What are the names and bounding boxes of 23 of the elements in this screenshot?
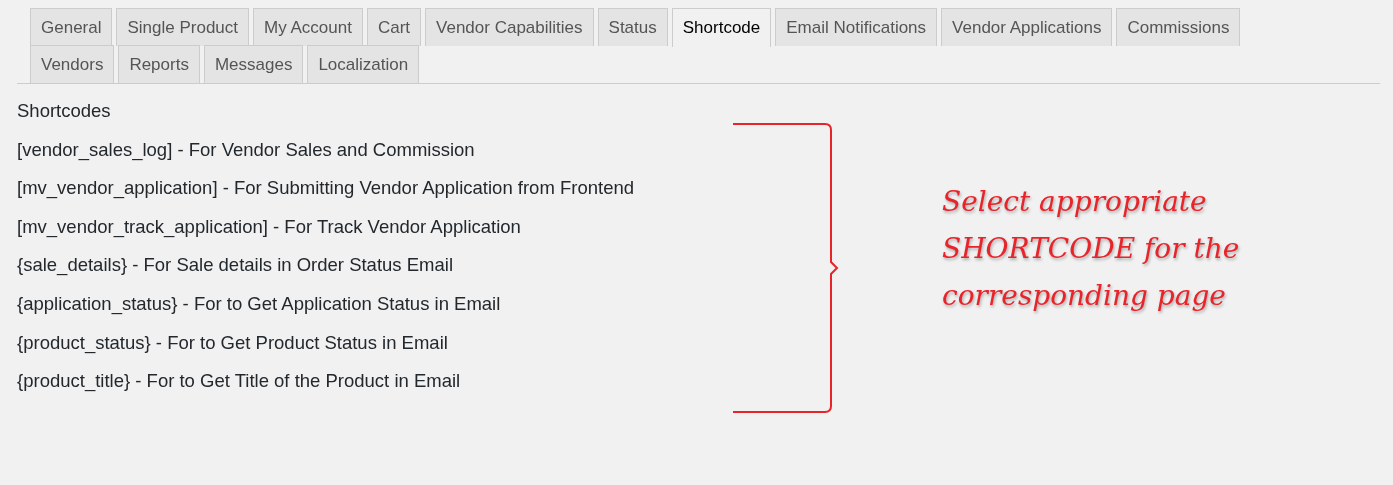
tab[interactable]: Commissions <box>1116 8 1241 46</box>
tab[interactable]: Reports <box>118 45 200 83</box>
tab[interactable]: Shortcode <box>671 8 772 47</box>
shortcode-line: {product_status} - For to Get Product Status in Email <box>17 331 449 356</box>
tab[interactable]: Localization <box>307 45 420 83</box>
tab[interactable]: Vendor Capabilities <box>425 8 594 46</box>
tab[interactable]: Email Notifications <box>775 8 938 46</box>
tab[interactable]: Cart <box>366 8 422 46</box>
annotation-text: Select appropriate SHORTCODE for the corresponding page <box>942 184 1240 314</box>
section-title: Shortcodes <box>17 100 112 123</box>
shortcode-line: [mv_vendor_application] - For Submitting Vendor Application from Frontend <box>17 177 635 201</box>
tab[interactable]: Vendors <box>30 45 115 83</box>
shortcode-line: {sale_details} - For Sale details in Order Status Email <box>17 254 454 278</box>
shortcode-line: [vendor_sales_log] - For Vendor Sales and Commission <box>17 138 476 163</box>
tab[interactable]: My Account <box>253 8 363 46</box>
tab[interactable]: General <box>30 8 113 46</box>
tab[interactable]: Single Product <box>116 8 250 46</box>
tab[interactable]: Status <box>597 8 668 46</box>
shortcode-line: {application_status} - For to Get Application Status in Email <box>17 292 502 317</box>
shortcode-line: {product_title} - For to Get Title of the Product in Email <box>17 370 462 394</box>
tab[interactable]: Messages <box>203 45 304 83</box>
shortcode-line: [mv_vendor_track_application] - For Track Vendor Application <box>17 215 522 240</box>
tab[interactable]: Vendor Applications <box>941 8 1113 46</box>
